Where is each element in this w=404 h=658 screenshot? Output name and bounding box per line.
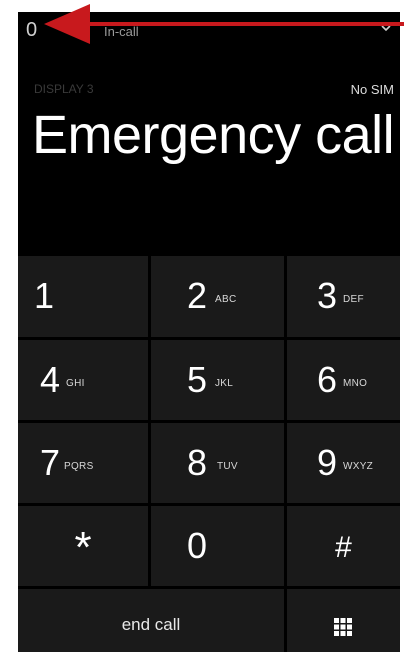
key-letters: JKL [215, 378, 234, 389]
dial-keypad: 1 2 ABC 3 DEF 4 GHI 5 JKL 6 MNO 7 PQRS 8 [18, 256, 400, 652]
key-digit: 1 [34, 275, 55, 316]
key-digit: 8 [187, 442, 208, 483]
end-call-button[interactable]: end call [18, 589, 284, 652]
key-1[interactable]: 1 [18, 256, 148, 337]
key-digit: 3 [317, 275, 338, 316]
key-digit: 6 [317, 359, 338, 400]
phone-screen: 0 In-call DISPLAY 3 No SIM Emergency cal… [18, 12, 400, 652]
call-state-label: In-call [104, 24, 139, 39]
key-5[interactable]: 5 JKL [151, 340, 284, 420]
key-3[interactable]: 3 DEF [287, 256, 400, 337]
key-letters: ABC [215, 294, 237, 305]
key-digit: 0 [187, 525, 208, 566]
key-digit: 4 [40, 359, 61, 400]
key-letters: MNO [343, 378, 368, 389]
key-7[interactable]: 7 PQRS [18, 423, 148, 503]
key-digit: * [74, 523, 92, 572]
key-digit: 9 [317, 442, 338, 483]
key-letters: TUV [217, 461, 238, 472]
call-subline: DISPLAY 3 [34, 82, 94, 96]
end-call-label: end call [121, 615, 181, 634]
key-digit: 7 [40, 442, 61, 483]
key-digit: # [335, 531, 352, 564]
key-4[interactable]: 4 GHI [18, 340, 148, 420]
chevron-down-icon[interactable] [380, 22, 392, 34]
keypad-grid-icon [334, 618, 352, 636]
key-digit: 5 [187, 359, 208, 400]
key-letters: WXYZ [343, 461, 374, 472]
status-bar: 0 In-call [18, 12, 400, 48]
key-6[interactable]: 6 MNO [287, 340, 400, 420]
key-letters: PQRS [64, 461, 94, 472]
key-8[interactable]: 8 TUV [151, 423, 284, 503]
key-0[interactable]: 0 [151, 506, 284, 586]
key-hash[interactable]: # [287, 506, 400, 586]
key-star[interactable]: * [18, 506, 148, 586]
key-letters: GHI [66, 378, 85, 389]
status-time: 0 [26, 19, 38, 41]
key-digit: 2 [187, 275, 208, 316]
keypad-toggle-button[interactable] [287, 589, 400, 652]
key-letters: DEF [343, 294, 364, 305]
key-2[interactable]: 2 ABC [151, 256, 284, 337]
carrier-status: No SIM [350, 82, 394, 97]
page-title: Emergency call [32, 105, 395, 165]
key-9[interactable]: 9 WXYZ [287, 423, 400, 503]
